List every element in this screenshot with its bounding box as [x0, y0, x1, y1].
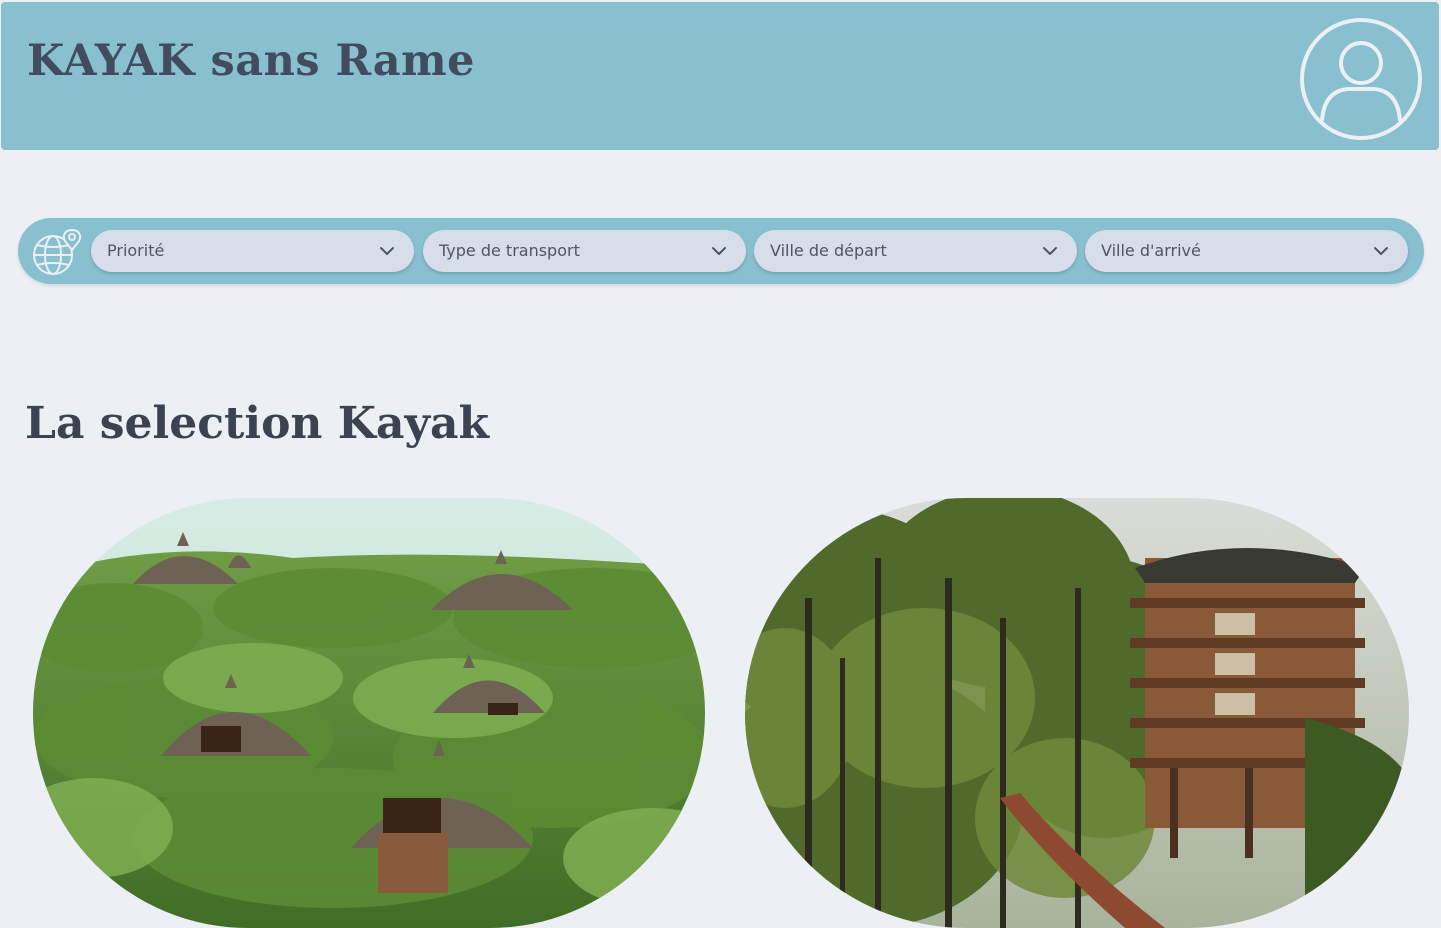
- destination-card-lodges[interactable]: [33, 498, 705, 928]
- user-avatar-icon[interactable]: [1298, 17, 1424, 141]
- forest-treehouse-hotel-photo: [745, 498, 1409, 928]
- thatched-hut-lodges-photo: [33, 498, 705, 928]
- transport-type-select[interactable]: Type de transport: [423, 230, 746, 272]
- arrival-city-select-label: Ville d'arrivé: [1101, 241, 1201, 260]
- search-filter-bar: Priorité Type de transport Ville de dépa…: [18, 218, 1424, 284]
- chevron-down-icon: [1043, 247, 1057, 255]
- departure-city-select-label: Ville de départ: [770, 241, 887, 260]
- selection-title: La selection Kayak: [25, 398, 490, 449]
- destination-card-treehouse[interactable]: [745, 498, 1409, 928]
- chevron-down-icon: [1374, 247, 1388, 255]
- chevron-down-icon: [380, 247, 394, 255]
- priority-select-label: Priorité: [107, 241, 165, 260]
- departure-city-select[interactable]: Ville de départ: [754, 230, 1077, 272]
- app-title: KAYAK sans Rame: [27, 36, 475, 86]
- arrival-city-select[interactable]: Ville d'arrivé: [1085, 230, 1408, 272]
- app-header: KAYAK sans Rame: [1, 2, 1439, 150]
- transport-type-select-label: Type de transport: [439, 241, 580, 260]
- globe-location-icon: [33, 228, 82, 275]
- chevron-down-icon: [712, 247, 726, 255]
- priority-select[interactable]: Priorité: [91, 230, 414, 272]
